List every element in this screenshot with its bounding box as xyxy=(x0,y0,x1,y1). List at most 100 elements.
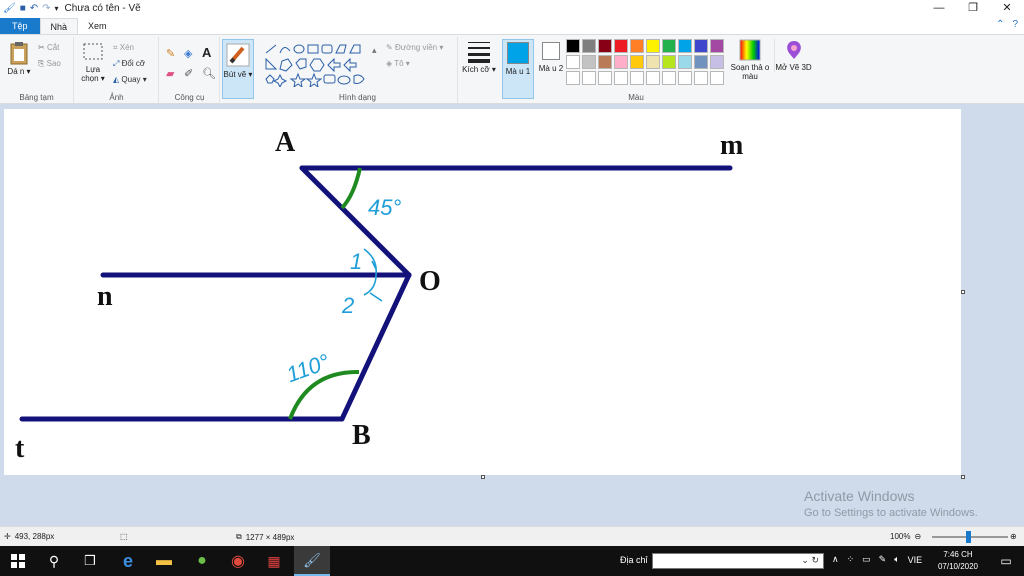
clock[interactable]: 7:46 CH 07/10/2020 xyxy=(934,549,982,573)
tab-view[interactable]: Xem xyxy=(78,18,117,34)
paint3d-button[interactable]: Mở Vẽ 3D xyxy=(774,39,812,72)
zoom-in-button[interactable]: ⊕ xyxy=(1010,532,1017,541)
cut-button[interactable]: ✂ Cắt xyxy=(38,43,59,52)
color2-button[interactable]: Mà u 2 xyxy=(536,39,566,73)
maximize-button[interactable]: ❐ xyxy=(956,0,990,17)
notifications-button[interactable]: ▭ xyxy=(988,546,1024,576)
tab-home[interactable]: Nhà xyxy=(39,18,79,34)
palette-swatch[interactable] xyxy=(662,55,676,69)
palette-swatch[interactable] xyxy=(582,39,596,53)
redo-icon[interactable]: ↷ xyxy=(42,3,50,15)
palette-swatch[interactable] xyxy=(582,55,596,69)
battery-icon[interactable]: ▭ xyxy=(862,554,871,565)
palette-swatch[interactable] xyxy=(630,55,644,69)
taskbar-chrome[interactable]: ◉ xyxy=(220,546,256,576)
palette-swatch[interactable] xyxy=(614,71,628,85)
paste-button[interactable]: Dá n ▾ xyxy=(6,41,32,76)
customize-dropdown-icon[interactable]: ▾ xyxy=(55,3,59,15)
color1-button[interactable]: Mà u 1 xyxy=(502,39,534,99)
fill-bucket-icon[interactable]: ◈ xyxy=(184,47,192,60)
palette-swatch[interactable] xyxy=(710,71,724,85)
palette-swatch[interactable] xyxy=(646,55,660,69)
palette-swatch[interactable] xyxy=(614,55,628,69)
fill-button[interactable]: ◈ Tô ▾ xyxy=(386,59,410,68)
palette-swatch[interactable] xyxy=(646,39,660,53)
collapse-ribbon-icon[interactable]: ⌃ xyxy=(996,19,1004,30)
rotate-button[interactable]: ◭ Quay ▾ xyxy=(113,75,147,84)
resize-handle-right[interactable] xyxy=(961,290,965,294)
resize-button[interactable]: ⤢ Đổi cỡ xyxy=(113,59,145,69)
taskbar-edge[interactable]: e xyxy=(110,546,146,576)
palette-swatch[interactable] xyxy=(694,71,708,85)
shapes-gallery[interactable] xyxy=(264,43,376,87)
task-view-icon: ❒ xyxy=(84,553,96,568)
zoom-out-icon[interactable]: ⊖ xyxy=(914,532,921,541)
palette-swatch[interactable] xyxy=(646,71,660,85)
palette-swatch[interactable] xyxy=(678,71,692,85)
palette-swatch[interactable] xyxy=(598,39,612,53)
palette-swatch[interactable] xyxy=(710,39,724,53)
shapes-scroll-icon[interactable]: ▴ xyxy=(372,45,377,56)
palette-swatch[interactable] xyxy=(614,39,628,53)
palette-swatch[interactable] xyxy=(694,55,708,69)
palette-swatch[interactable] xyxy=(630,71,644,85)
input-language[interactable]: VIE xyxy=(908,555,923,565)
search-button[interactable]: ⚲ xyxy=(36,546,72,576)
taskbar-app-red[interactable]: ▦ xyxy=(256,546,292,576)
volume-icon[interactable]: 🔈︎ xyxy=(894,554,899,565)
copy-button[interactable]: ⎘ Sao xyxy=(38,59,61,69)
resize-handle-corner[interactable] xyxy=(961,475,965,479)
network-icon[interactable]: ⁘ xyxy=(847,554,855,565)
save-icon[interactable]: ■ xyxy=(20,3,26,15)
resize-handle-bottom[interactable] xyxy=(481,475,485,479)
palette-swatch[interactable] xyxy=(582,71,596,85)
taskbar-explorer[interactable]: ▬ xyxy=(146,546,182,576)
brushes-button[interactable]: Bút vẽ ▾ xyxy=(222,39,254,99)
notification-icon: ▭ xyxy=(1000,554,1012,568)
taskbar-paint[interactable]: 🖌 xyxy=(294,546,330,576)
palette-swatch[interactable] xyxy=(598,55,612,69)
close-button[interactable]: ✕ xyxy=(990,0,1024,17)
palette-swatch[interactable] xyxy=(678,39,692,53)
pencil-icon[interactable]: ✎ xyxy=(166,47,175,60)
selection-icon: ⬚ xyxy=(120,532,128,541)
paint-app-icon[interactable]: 🖌 xyxy=(3,3,16,15)
brushes-label: Bút vẽ ▾ xyxy=(223,70,253,79)
text-icon[interactable]: A xyxy=(202,45,211,60)
palette-swatch[interactable] xyxy=(598,71,612,85)
start-button[interactable] xyxy=(0,546,36,576)
rotate-label: Quay ▾ xyxy=(121,75,147,84)
select-button[interactable]: Lựa chọn ▾ xyxy=(79,41,107,83)
selection-size: ⬚ xyxy=(120,532,128,541)
minimize-button[interactable]: — xyxy=(922,0,956,17)
help-icon[interactable]: ? xyxy=(1012,19,1018,30)
taskbar-app-green[interactable]: ● xyxy=(184,546,220,576)
palette-swatch[interactable] xyxy=(566,39,580,53)
eraser-icon[interactable]: ▰ xyxy=(166,67,174,80)
edit-colors-button[interactable]: Soạn thả o màu xyxy=(730,39,770,81)
palette-swatch[interactable] xyxy=(566,55,580,69)
tab-file[interactable]: Tệp xyxy=(0,18,40,34)
show-hidden-icons-icon[interactable]: ∧ xyxy=(832,554,839,565)
crop-button[interactable]: ⌗ Xén xyxy=(113,43,134,53)
undo-icon[interactable]: ↶ xyxy=(30,3,38,15)
image-size-icon: ⧉ xyxy=(236,532,242,541)
task-view-button[interactable]: ❒ xyxy=(72,546,108,576)
color-picker-icon[interactable]: ✐ xyxy=(184,67,193,80)
outline-button[interactable]: ✎ Đường viền ▾ xyxy=(386,43,443,52)
size-button[interactable]: Kích cỡ ▾ xyxy=(462,39,496,74)
system-tray: ∧ ⁘ ▭ ✎ 🔈︎ VIE xyxy=(832,554,922,565)
palette-swatch[interactable] xyxy=(710,55,724,69)
zoom-slider-thumb[interactable] xyxy=(966,531,971,543)
magnifier-icon[interactable]: 🔍︎ xyxy=(202,67,216,80)
palette-swatch[interactable] xyxy=(662,39,676,53)
palette-swatch[interactable] xyxy=(662,71,676,85)
pen-icon[interactable]: ✎ xyxy=(879,554,887,565)
palette-swatch[interactable] xyxy=(678,55,692,69)
drawing-canvas[interactable]: A m n O t B 45° 1 2 110° xyxy=(4,109,961,475)
palette-swatch[interactable] xyxy=(630,39,644,53)
address-input[interactable]: ⌄ ↻ xyxy=(652,553,824,569)
palette-swatch[interactable] xyxy=(694,39,708,53)
palette-swatch[interactable] xyxy=(566,71,580,85)
address-dropdown-icon[interactable]: ⌄ ↻ xyxy=(801,555,819,566)
